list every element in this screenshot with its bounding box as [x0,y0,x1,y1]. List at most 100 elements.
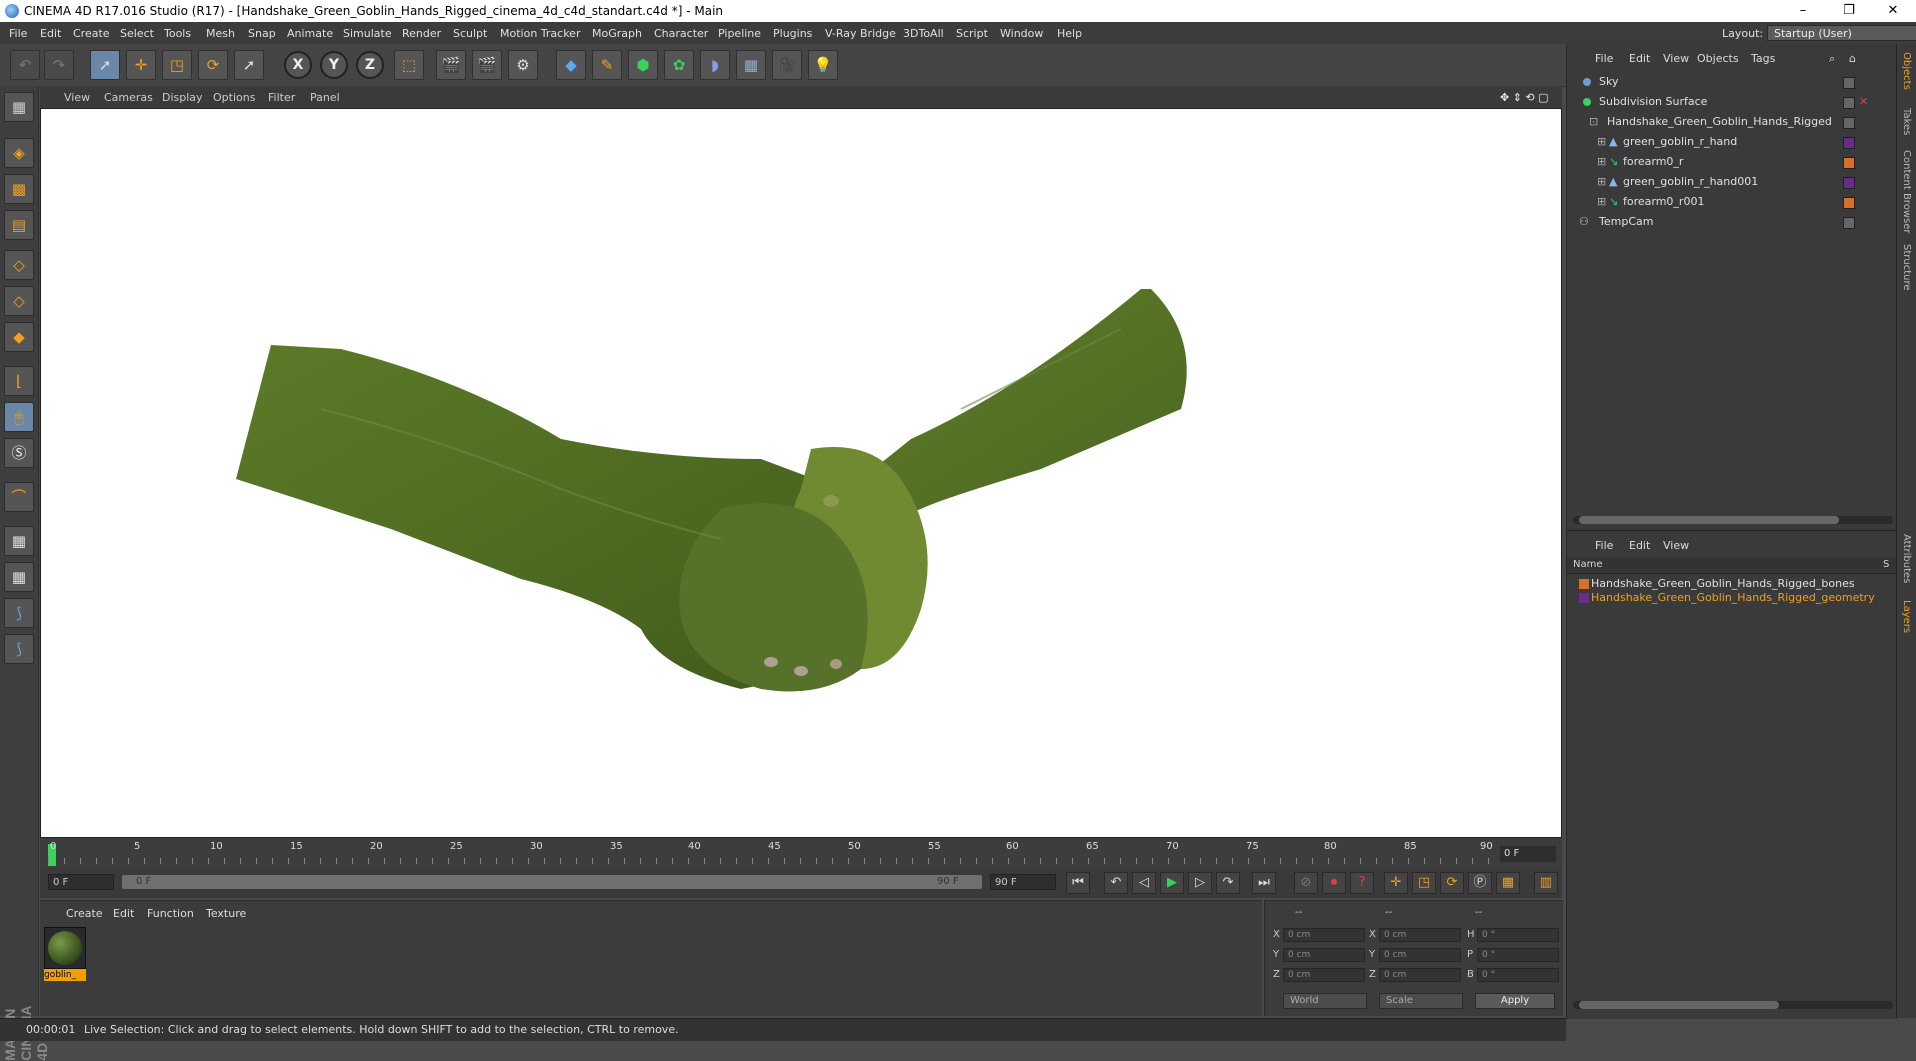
menu-help[interactable]: Help [1057,27,1082,40]
layer-name[interactable]: Handshake_Green_Goblin_Hands_Rigged_bone… [1591,577,1855,591]
y-axis-lock-button[interactable]: Y [320,51,348,79]
layer-color-swatch[interactable] [1843,137,1855,149]
python-script-icon[interactable]: ⟆ [4,634,34,664]
tab-attributes[interactable]: Attributes [1901,534,1912,583]
rotate-icon[interactable]: ⟳ [198,50,228,80]
layout-dropdown[interactable]: Startup (User) [1767,25,1916,41]
z-axis-lock-button[interactable]: Z [356,51,384,79]
viewport-menu-panel[interactable]: Panel [310,91,340,104]
render-view-icon[interactable]: 🎬 [436,50,466,80]
objects-menu-edit[interactable]: Edit [1629,52,1650,65]
pos-y-field[interactable]: 0 cm [1283,948,1365,962]
key-pla-icon[interactable]: ▦ [1496,872,1520,894]
material-menu-edit[interactable]: Edit [113,907,134,920]
menu-script[interactable]: Script [956,27,988,40]
go-to-start-icon[interactable]: ⏮ [1066,872,1090,894]
magnet-icon[interactable]: ⌒ [4,482,34,512]
coordinate-system-icon[interactable]: ⬚ [394,50,424,80]
layer-color-swatch[interactable] [1579,579,1589,589]
object-row[interactable]: ⚇ TempCam [1569,212,1879,232]
workplane-lock-icon[interactable]: ▦ [4,526,34,556]
move-icon[interactable]: ✛ [126,50,156,80]
visibility-toggle[interactable] [1843,77,1855,89]
python-icon[interactable]: ⟆ [4,598,34,628]
menu-mograph[interactable]: MoGraph [592,27,642,40]
menu-sculpt[interactable]: Sculpt [453,27,487,40]
visibility-toggle[interactable] [1843,117,1855,129]
autokey-icon[interactable]: ⏺ [1322,872,1346,894]
edges-mode-icon[interactable]: ◇ [4,286,34,316]
redo-icon[interactable]: ↷ [44,50,74,80]
pen-spline-icon[interactable]: ✎ [592,50,622,80]
objects-menu-view[interactable]: View [1663,52,1689,65]
tab-structure[interactable]: Structure [1901,244,1912,291]
tab-objects[interactable]: Objects [1901,52,1912,90]
menu-character[interactable]: Character [654,27,708,40]
object-row[interactable]: ⊡ Handshake_Green_Goblin_Hands_Rigged [1569,112,1879,132]
menu-vray-bridge[interactable]: V-Ray Bridge [825,27,896,40]
viewport-menu-view[interactable]: View [64,91,90,104]
viewport-menu-display[interactable]: Display [162,91,203,104]
previous-frame-icon[interactable]: ◁ [1132,872,1156,894]
viewport-navigation-icon[interactable]: ✥ ⇕ ⟲ ▢ [1500,91,1549,104]
menu-select[interactable]: Select [120,27,154,40]
live-selection-icon[interactable]: ➚ [90,50,120,80]
material-menu-create[interactable]: Create [66,907,103,920]
menu-pipeline[interactable]: Pipeline [718,27,761,40]
objects-menu-tags[interactable]: Tags [1751,52,1775,65]
coordinate-space-dropdown[interactable]: World [1283,993,1367,1009]
expand-icon[interactable]: ⊞ [1597,132,1606,152]
menu-motion-tracker[interactable]: Motion Tracker [500,27,580,40]
tab-content-browser[interactable]: Content Browser [1901,150,1912,233]
render-settings-icon[interactable]: ⚙ [508,50,538,80]
layer-name[interactable]: Handshake_Green_Goblin_Hands_Rigged_geom… [1591,591,1875,605]
next-frame-icon[interactable]: ▷ [1188,872,1212,894]
record-keys-icon[interactable]: ⊘ [1294,872,1318,894]
object-row[interactable]: Subdivision Surface ✕ [1569,92,1879,112]
subdivision-generator-icon[interactable]: ⬢ [628,50,658,80]
workplane-icon[interactable]: ▤ [4,210,34,240]
layer-color-swatch[interactable] [1579,593,1589,603]
visibility-toggle[interactable] [1843,97,1855,109]
texture-mode-icon[interactable]: ▩ [4,174,34,204]
tweak-mode-icon[interactable]: 🖱 [4,402,34,432]
viewport-menu-options[interactable]: Options [213,91,255,104]
keyframe-selection-icon[interactable]: ? [1350,872,1374,894]
visibility-toggle[interactable] [1843,217,1855,229]
points-mode-icon[interactable]: ◇ [4,250,34,280]
grid-snap-icon[interactable]: ▦ [4,562,34,592]
layers-menu-view[interactable]: View [1663,539,1689,552]
start-frame-field[interactable]: 0 F [48,874,114,890]
coordinate-mode-dropdown[interactable]: Scale [1379,993,1463,1009]
object-row[interactable]: ⊞ ↘ forearm0_r001 [1569,192,1879,212]
objects-menu-objects[interactable]: Objects [1697,52,1739,65]
end-frame-field[interactable]: 90 F [990,874,1056,890]
key-parameter-icon[interactable]: Ⓟ [1468,872,1492,894]
menu-plugins[interactable]: Plugins [773,27,812,40]
floor-scene-icon[interactable]: ▦ [736,50,766,80]
timeline-window-icon[interactable]: ▥ [1534,872,1558,894]
menu-3dtoall[interactable]: 3DToAll [903,27,944,40]
rot-p-field[interactable]: 0 ° [1477,948,1559,962]
pos-z-field[interactable]: 0 cm [1283,968,1365,982]
scrollbar-thumb[interactable] [1579,1001,1779,1009]
3d-viewport[interactable] [40,108,1562,838]
rot-b-field[interactable]: 0 ° [1477,968,1559,982]
close-button[interactable]: ✕ [1870,0,1916,22]
rot-h-field[interactable]: 0 ° [1477,928,1559,942]
expand-icon[interactable]: ⊞ [1597,172,1606,192]
key-rotation-icon[interactable]: ⟳ [1440,872,1464,894]
scrollbar-thumb[interactable] [1579,516,1839,524]
object-row[interactable]: Sky [1569,72,1879,92]
render-picture-viewer-icon[interactable]: 🎬 [472,50,502,80]
home-icon[interactable]: ⌂ [1849,52,1856,65]
size-z-field[interactable]: 0 cm [1379,968,1461,982]
apply-button[interactable]: Apply [1475,993,1555,1009]
layers-menu-edit[interactable]: Edit [1629,539,1650,552]
object-row[interactable]: ⊞ ↘ forearm0_r [1569,152,1879,172]
expand-icon[interactable]: ⊞ [1597,152,1606,172]
maximize-button[interactable]: ❐ [1826,0,1872,22]
axis-mode-icon[interactable]: ⌊ [4,366,34,396]
go-to-end-icon[interactable]: ⏭ [1252,872,1276,894]
object-row[interactable]: ⊞ ▲ green_goblin_r_hand001 [1569,172,1879,192]
